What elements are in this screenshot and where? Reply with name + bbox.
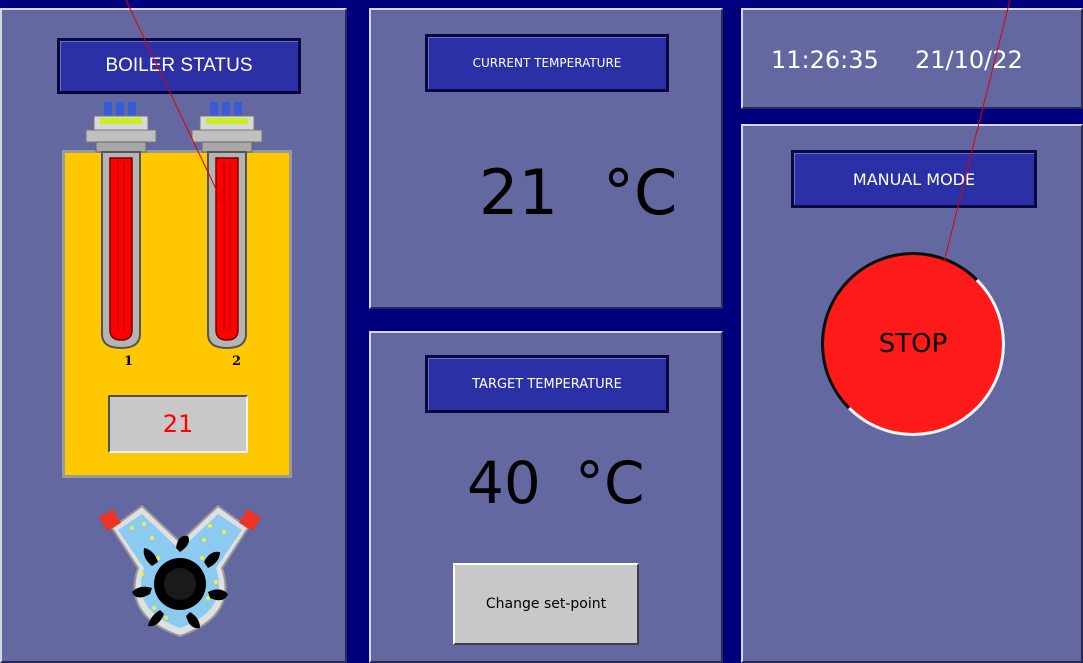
pump-icon <box>99 504 261 638</box>
current-temperature-title: CURRENT TEMPERATURE <box>425 34 669 92</box>
target-temperature-unit: °C <box>575 449 645 517</box>
target-temperature-title: TARGET TEMPERATURE <box>425 355 669 413</box>
stop-button-label: STOP <box>878 329 948 359</box>
manual-mode-title: MANUAL MODE <box>791 150 1037 208</box>
current-temperature-value: 21 <box>479 156 558 229</box>
boiler-status-panel: BOILER STATUS 1 2 21 <box>0 8 347 663</box>
stop-button[interactable]: STOP <box>821 252 1005 436</box>
clock-date: 21/10/22 <box>915 46 1023 74</box>
immersion-heater-icon <box>85 102 263 350</box>
clock-time: 11:26:35 <box>771 46 879 74</box>
change-set-point-button[interactable]: Change set-point <box>453 563 639 645</box>
manual-mode-panel: MANUAL MODE STOP <box>741 124 1083 663</box>
target-temperature-panel: TARGET TEMPERATURE 40 °C Change set-poin… <box>369 331 723 663</box>
heater-2-label: 2 <box>232 354 242 369</box>
target-temperature-value: 40 <box>467 449 541 517</box>
boiler-level-display: 21 <box>108 395 248 453</box>
heater-1-label: 1 <box>124 354 134 369</box>
boiler-status-title: BOILER STATUS <box>57 38 301 94</box>
clock-panel: 11:26:35 21/10/22 <box>741 8 1083 109</box>
current-temperature-panel: CURRENT TEMPERATURE 21 °C <box>369 8 723 309</box>
current-temperature-unit: °C <box>603 156 678 229</box>
